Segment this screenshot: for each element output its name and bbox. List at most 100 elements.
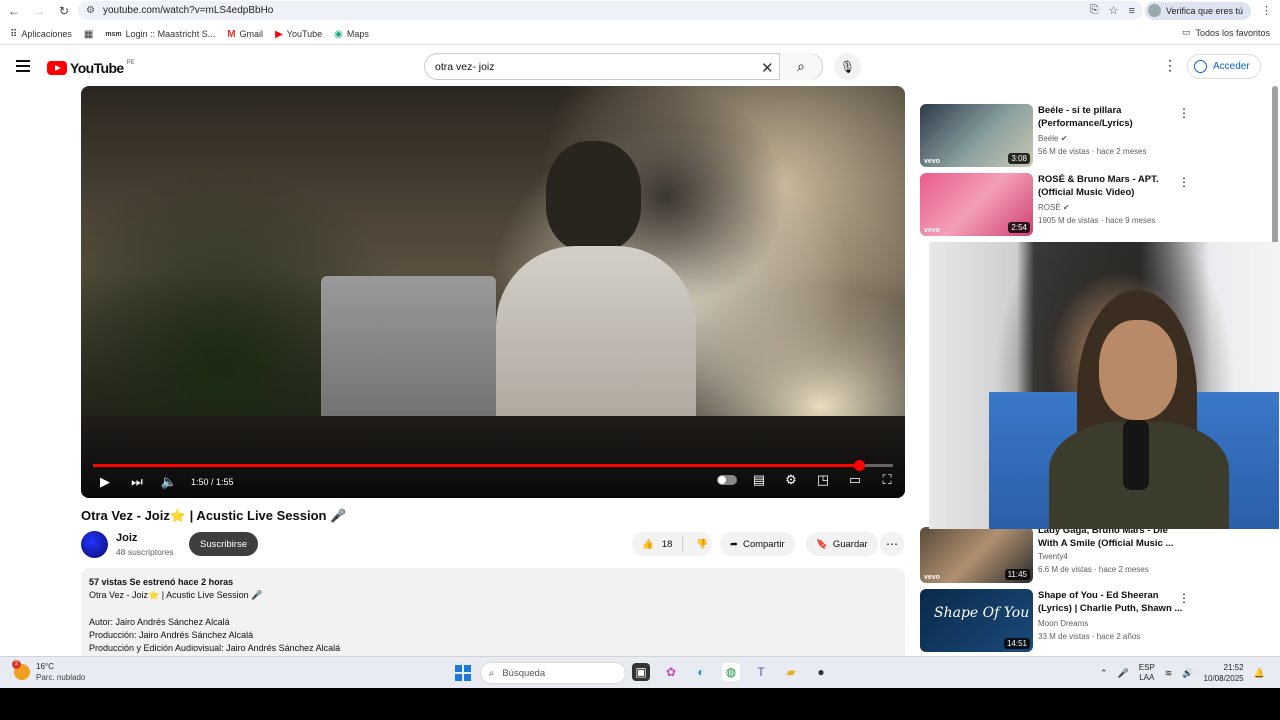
bookmark-maastricht[interactable]: msm Login :: Maastricht S... <box>105 29 215 39</box>
recommendation-item[interactable]: vevo 3:08 Beéle - si te pillara (Perform… <box>920 104 1200 168</box>
site-info-icon[interactable]: ⚙ <box>86 5 95 16</box>
mic-icon[interactable]: 🎤 <box>1118 668 1129 679</box>
youtube-play-icon <box>47 61 67 75</box>
video-thumbnail[interactable]: vevo 3:08 <box>920 104 1033 167</box>
profile-chip[interactable]: Verifica que eres tú <box>1144 1 1251 20</box>
youtube-header: YouTube PE ✕ ⌕ 🎙 ⋮ Acceder <box>0 46 1280 86</box>
save-button[interactable]: 🔖 Guardar <box>806 532 878 556</box>
taskbar-search[interactable]: ⌕ Búsqueda <box>480 662 626 684</box>
recommendation-item[interactable]: vevo 2:54 ROSÉ & Bruno Mars - APT. (Offi… <box>920 173 1200 237</box>
channel-name[interactable]: Joiz <box>116 532 137 544</box>
edge-icon[interactable]: ◐ <box>692 663 710 681</box>
bookmark-star-icon[interactable]: ☆ <box>1109 4 1119 17</box>
autoplay-toggle[interactable] <box>717 475 737 485</box>
menu-icon[interactable] <box>16 60 30 72</box>
chrome-icon[interactable]: ◍ <box>722 663 740 681</box>
recommendation-channel[interactable]: Beéle ✔ <box>1038 134 1067 143</box>
description-line: Producción y Edición Audiovisual: Jairo … <box>89 643 341 654</box>
duration-badge: 2:54 <box>1008 222 1030 233</box>
recommendation-item[interactable]: Shape Of You 14:51 Shape of You - Ed She… <box>920 589 1200 653</box>
search-button[interactable]: ⌕ <box>779 53 822 80</box>
settings-more-icon[interactable]: ⋮ <box>1163 57 1177 74</box>
bookmark-label: Login :: Maastricht S... <box>125 29 216 39</box>
video-frame-person <box>546 141 641 251</box>
file-explorer-icon[interactable]: ▰ <box>782 663 800 681</box>
clock[interactable]: 21:52 10/08/2025 <box>1204 662 1244 684</box>
avatar <box>1147 4 1161 17</box>
teams-icon[interactable]: T <box>752 663 770 681</box>
description-box[interactable]: 57 vistas Se estrenó hace 2 horas Otra V… <box>81 568 905 668</box>
taskbar-search-placeholder: Búsqueda <box>502 667 546 679</box>
recommendation-channel[interactable]: Moon Dreams <box>1038 619 1088 628</box>
theater-mode-icon[interactable]: ▭ <box>845 472 865 488</box>
recommendation-item[interactable]: vevo 11:45 Lady Gaga, Bruno Mars - Die W… <box>920 520 1200 584</box>
dislike-button[interactable]: 👎 <box>688 539 716 550</box>
voice-search-button[interactable]: 🎙 <box>834 53 861 80</box>
forward-button[interactable]: → <box>28 1 50 21</box>
channel-avatar[interactable] <box>81 531 108 558</box>
recommendation-channel[interactable]: Twenty4 <box>1038 552 1068 561</box>
network-icon[interactable]: ≋ <box>1165 668 1173 679</box>
view-stats: 57 vistas Se estrenó hace 2 horas <box>89 577 234 587</box>
app-icon[interactable]: ● <box>812 663 830 681</box>
recommendation-channel[interactable]: ROSÉ ✔ <box>1038 203 1070 212</box>
weather-widget[interactable]: 2 16°C Parc. nublado <box>12 660 85 683</box>
chevron-up-icon[interactable]: ⌃ <box>1100 668 1108 679</box>
progress-bar[interactable] <box>93 460 893 471</box>
channel-label: Beéle <box>1038 134 1059 143</box>
back-button[interactable]: ← <box>3 1 25 21</box>
copilot-icon[interactable]: ✿ <box>662 663 680 681</box>
url-field[interactable]: ⚙ youtube.com/watch?v=mLS4edpBbHo <box>78 1 1143 20</box>
recommendation-meta: 6.6 M de vistas · hace 2 meses <box>1038 565 1149 574</box>
play-icon[interactable]: ▶ <box>89 474 121 490</box>
task-view-icon[interactable]: ▣ <box>632 663 650 681</box>
video-frame-laptop <box>321 276 496 436</box>
windows-start-icon[interactable] <box>455 665 471 681</box>
bookmark-youtube[interactable]: ▶ YouTube <box>275 29 322 40</box>
video-thumbnail[interactable]: vevo 11:45 <box>920 527 1033 583</box>
bookmark-gmail[interactable]: M Gmail <box>227 29 263 40</box>
bookmark-grid[interactable]: ▦ <box>84 29 93 40</box>
settings-icon[interactable]: ⚙ <box>781 472 801 488</box>
all-bookmarks[interactable]: ▭ Todos los favoritos <box>1182 27 1270 38</box>
player-controls-right: ▤ ⚙ ◳ ▭ ⛶ <box>717 472 897 488</box>
bookmark-maps[interactable]: ◉ Maps <box>334 29 369 40</box>
like-button[interactable]: 👍 18 <box>632 536 684 552</box>
subtitles-icon[interactable]: ▤ <box>749 472 769 488</box>
video-title: Otra Vez - Joiz⭐ | Acustic Live Session … <box>81 508 347 523</box>
more-vertical-icon[interactable]: ⋮ <box>1178 175 1190 189</box>
bookmark-label: Gmail <box>239 29 264 39</box>
recommendation-title[interactable]: ROSÉ & Bruno Mars - APT. (Official Music… <box>1038 173 1183 199</box>
speaker-icon[interactable]: 🔊 <box>1182 668 1193 679</box>
media-control-icon[interactable]: ≡ <box>1129 5 1135 17</box>
share-button[interactable]: ➦ Compartir <box>720 532 795 556</box>
search-input[interactable] <box>425 60 745 73</box>
video-thumbnail[interactable]: vevo 2:54 <box>920 173 1033 236</box>
clock-date: 10/08/2025 <box>1203 674 1244 683</box>
miniplayer-icon[interactable]: ◳ <box>813 472 833 488</box>
language-indicator[interactable]: ESP LAA <box>1139 663 1155 683</box>
time-display: 1:50 / 1:55 <box>191 477 234 487</box>
recommendation-title[interactable]: Shape of You - Ed Sheeran (Lyrics) | Cha… <box>1038 589 1183 615</box>
video-thumbnail[interactable]: Shape Of You 14:51 <box>920 589 1033 652</box>
fullscreen-icon[interactable]: ⛶ <box>877 472 897 488</box>
video-player[interactable]: ▶ ⏭ 🔈 1:50 / 1:55 ▤ ⚙ ◳ ▭ ⛶ <box>81 86 905 498</box>
clear-icon[interactable]: ✕ <box>761 59 774 77</box>
chrome-menu-icon[interactable]: ⋮ <box>1261 4 1272 17</box>
recommendation-title[interactable]: Beéle - si te pillara (Performance/Lyric… <box>1038 104 1183 130</box>
vevo-badge: vevo <box>924 574 940 581</box>
notification-bell-icon[interactable]: 🔔 <box>1254 668 1265 679</box>
bookmark-apps[interactable]: ⠿ Aplicaciones <box>10 29 72 40</box>
sign-in-label: Acceder <box>1213 61 1250 72</box>
more-vertical-icon[interactable]: ⋮ <box>1178 106 1190 120</box>
reload-button[interactable]: ↻ <box>53 1 75 21</box>
install-icon[interactable]: ⎘ <box>1090 4 1099 17</box>
subscribe-button[interactable]: Suscribirse <box>189 532 258 556</box>
sign-in-button[interactable]: Acceder <box>1187 54 1261 79</box>
youtube-logo[interactable]: YouTube PE <box>47 60 135 76</box>
more-actions-button[interactable]: ⋯ <box>880 532 904 556</box>
duration-badge: 3:08 <box>1008 153 1030 164</box>
more-vertical-icon[interactable]: ⋮ <box>1178 591 1190 605</box>
volume-icon[interactable]: 🔈 <box>153 474 185 490</box>
next-icon[interactable]: ⏭ <box>121 474 153 490</box>
